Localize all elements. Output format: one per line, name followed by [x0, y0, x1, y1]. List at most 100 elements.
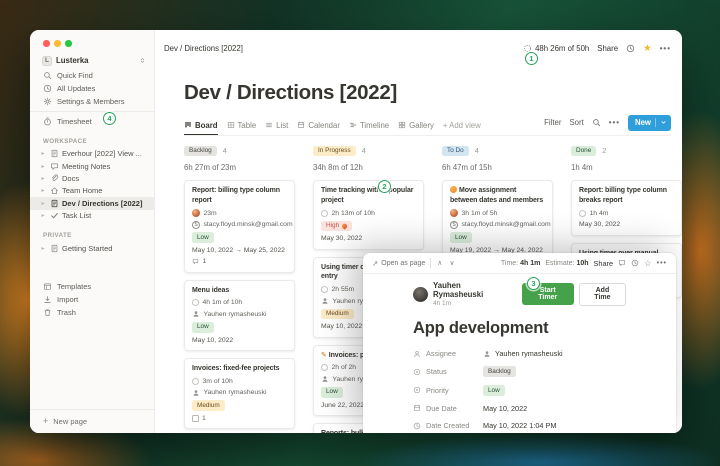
sidebar-item-timesheet[interactable]: Timesheet [30, 115, 154, 128]
templates-icon [43, 282, 52, 291]
zoom-window-button[interactable] [65, 40, 72, 47]
sidebar-page-meeting-notes[interactable]: ▸Meeting Notes [30, 160, 154, 172]
annotation-1: 1 [525, 52, 538, 65]
expand-caret-icon[interactable]: ▸ [40, 245, 46, 252]
property-label: Status [413, 367, 479, 376]
filter-button[interactable]: Filter [544, 118, 561, 127]
timer-progress-icon [321, 210, 328, 217]
views-toolbar: Board Table List Calendar Timeline Gallery + A… [184, 115, 671, 136]
board-card[interactable]: Move assignment between dates and member… [442, 180, 553, 261]
expand-caret-icon[interactable]: ▸ [40, 163, 46, 170]
tab-table[interactable]: Table [227, 121, 257, 135]
sidebar-item-settings-members[interactable]: Settings & Members [30, 95, 154, 108]
comment-icon[interactable] [618, 259, 626, 267]
sidebar-item-templates[interactable]: Templates [30, 280, 154, 293]
priority-tag: Medium [192, 400, 225, 411]
person-initial-icon: S [450, 221, 458, 229]
column-count: 4 [362, 146, 366, 155]
sidebar-page-getting-started[interactable]: ▸ Getting Started [30, 242, 154, 254]
minimize-window-button[interactable] [54, 40, 61, 47]
board-card[interactable]: Report: billing type column report23mSst… [184, 180, 295, 273]
new-page-button[interactable]: + New page [30, 409, 154, 433]
view-tabs: Board Table List Calendar Timeline Gallery + A… [184, 121, 481, 135]
board-card[interactable]: Time tracking within popular project2h 1… [313, 180, 424, 250]
task-title[interactable]: App development [413, 319, 626, 338]
board-card[interactable]: Report: billing type column breaks repor… [571, 180, 682, 235]
sidebar-item-all-updates[interactable]: All Updates [30, 82, 154, 95]
close-window-button[interactable] [43, 40, 50, 47]
tab-timeline[interactable]: Timeline [349, 121, 389, 135]
property-row-due-date[interactable]: Due DateMay 10, 2022 [413, 404, 626, 413]
workspace-switcher[interactable]: L Lusterka [42, 56, 146, 66]
expand-caret-icon[interactable]: ▸ [40, 212, 46, 219]
clock-icon[interactable] [631, 259, 639, 267]
favorite-star-icon[interactable]: ★ [643, 44, 652, 54]
target-icon [413, 386, 421, 394]
property-row-priority[interactable]: PriorityLow [413, 385, 626, 396]
doc-icon [50, 149, 59, 158]
more-options-icon[interactable]: ••• [660, 44, 671, 53]
sidebar-item-quick-find[interactable]: Quick Find [30, 70, 154, 83]
tab-calendar[interactable]: Calendar [297, 121, 340, 135]
workspace-name: Lusterka [56, 56, 135, 65]
star-outline-icon[interactable]: ☆ [644, 258, 652, 269]
page-title[interactable]: Dev / Directions [2022] [184, 81, 682, 105]
modal-time: Time: 4h 1m [501, 260, 540, 267]
card-title: Time tracking within popular project [321, 186, 416, 205]
card-meta-row: Yauhen rymasheuski [192, 310, 287, 318]
expand-caret-icon[interactable]: ▸ [40, 200, 46, 207]
board-card[interactable]: Invoices: fixed-fee projects3m of 10hYau… [184, 358, 295, 429]
add-view-button[interactable]: + Add view [443, 121, 481, 135]
sidebar-item-trash[interactable]: Trash [30, 306, 154, 319]
card-meta-row: 4h 1m of 10h [192, 299, 287, 307]
expand-caret-icon[interactable]: ▸ [40, 187, 46, 194]
sidebar-page-team-home[interactable]: ▸Team Home [30, 185, 154, 197]
new-button[interactable]: New [628, 115, 671, 131]
sidebar-item-label: All Updates [57, 84, 95, 93]
column-header: Done2 [571, 146, 682, 157]
sidebar-section-title: PRIVATE [30, 230, 154, 242]
user-name: Yauhen Rymasheuski [433, 281, 512, 299]
property-row-assignee[interactable]: AssigneeYauhen rymasheuski [413, 349, 626, 358]
workspace-chevron-icon [139, 57, 146, 64]
search-icon[interactable] [592, 118, 601, 127]
tab-board[interactable]: Board [184, 121, 218, 135]
topbar: Dev / Directions [2022] 48h 26m of 50h S… [155, 30, 682, 54]
tab-list[interactable]: List [265, 121, 288, 135]
sidebar-page-label: Getting Started [62, 244, 112, 253]
calendar-icon [297, 121, 305, 129]
tab-gallery[interactable]: Gallery [398, 121, 434, 135]
property-row-status[interactable]: StatusBacklog [413, 366, 626, 377]
sidebar-page-dev-directions-2022[interactable]: ▸Dev / Directions [2022] [30, 197, 154, 209]
chevron-down-icon[interactable] [660, 119, 667, 126]
sidebar-page-everhour-2022-view[interactable]: ▸Everhour [2022] View ... [30, 148, 154, 160]
expand-caret-icon[interactable]: ▸ [40, 150, 46, 157]
timer-progress-icon [192, 299, 199, 306]
modal-header-divider [430, 258, 431, 268]
card-title: Move assignment between dates and member… [450, 186, 545, 205]
sort-button[interactable]: Sort [569, 118, 583, 127]
next-task-button[interactable]: ∨ [448, 259, 455, 267]
sidebar-page-docs[interactable]: ▸Docs [30, 172, 154, 184]
priority-tag: Low [321, 387, 343, 398]
column-count: 4 [223, 146, 227, 155]
target-icon [413, 368, 421, 376]
doc-icon [50, 244, 59, 253]
view-options-icon[interactable]: ••• [609, 118, 620, 127]
expand-caret-icon[interactable]: ▸ [40, 175, 46, 182]
board-card[interactable]: Menu ideas4h 1m of 10hYauhen rymasheuski… [184, 280, 295, 351]
add-time-button[interactable]: Add Time [579, 283, 626, 306]
open-as-page-button[interactable]: ↗ Open as page [372, 259, 425, 268]
breadcrumb[interactable]: Dev / Directions [2022] [164, 44, 243, 53]
updates-clock-icon[interactable] [626, 44, 635, 53]
modal-more-icon[interactable]: ••• [657, 260, 667, 267]
sidebar-page-task-list[interactable]: ▸Task List [30, 210, 154, 222]
sidebar-item-import[interactable]: Import [30, 293, 154, 306]
prev-task-button[interactable]: ∧ [436, 259, 443, 267]
modal-share-button[interactable]: Share [594, 259, 613, 268]
priority-tag: Medium [321, 309, 354, 320]
share-button[interactable]: Share [597, 44, 618, 53]
board-icon [184, 121, 192, 129]
modal-body: Yauhen Rymasheuski 4h 1m Start Timer Add… [363, 274, 676, 433]
property-row-date-created[interactable]: Date CreatedMay 10, 2022 1:04 PM [413, 421, 626, 430]
